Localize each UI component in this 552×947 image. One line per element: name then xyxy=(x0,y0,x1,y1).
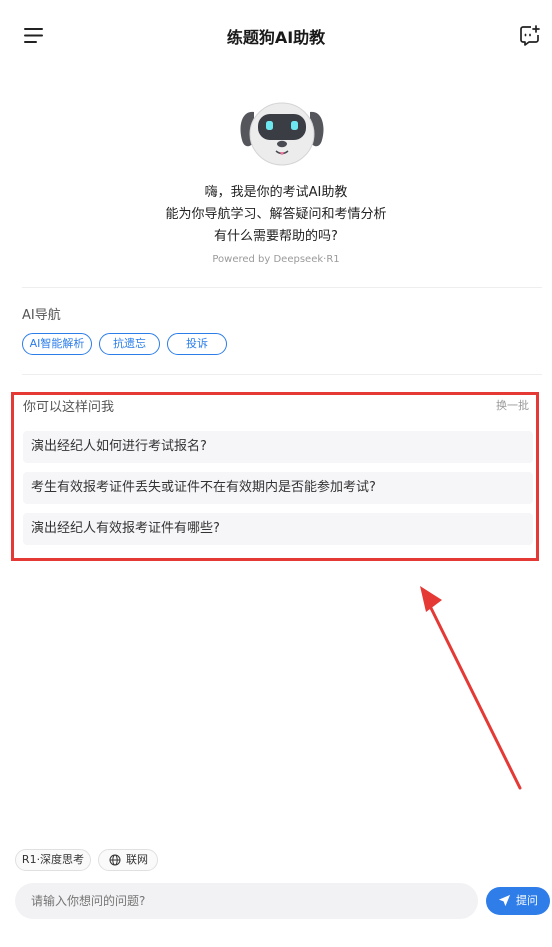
greeting-line-3: 有什么需要帮助的吗? xyxy=(214,229,338,244)
greeting-line-2: 能为你导航学习、解答疑问和考情分析 xyxy=(165,207,387,222)
deep-think-label: R1·深度思考 xyxy=(21,853,85,866)
app-title: 练题狗AI助教 xyxy=(226,28,326,47)
deep-think-toggle[interactable]: R1·深度思考 xyxy=(15,849,91,871)
ai-nav-title: AI导航 xyxy=(22,308,61,323)
refresh-suggestions-button[interactable]: 换一批 xyxy=(496,397,529,413)
chip-anti-forget[interactable]: 抗遗忘 xyxy=(99,333,160,355)
greeting-line-1: 嗨，我是你的考试AI助教 xyxy=(204,185,348,200)
header-bar: 练题狗AI助教 xyxy=(0,0,552,70)
divider xyxy=(22,374,542,375)
robot-dog-mascot xyxy=(236,96,328,168)
greeting-text: 嗨，我是你的考试AI助教 能为你导航学习、解答疑问和考情分析 有什么需要帮助的吗… xyxy=(0,182,552,248)
question-input[interactable] xyxy=(15,883,478,919)
ask-button-label: 提问 xyxy=(516,894,538,907)
annotation-arrow xyxy=(420,586,522,790)
suggestions-title: 你可以这样问我 xyxy=(23,400,115,415)
chip-ai-analysis[interactable]: AI智能解析 xyxy=(22,333,92,355)
powered-by-text: Powered by Deepseek·R1 xyxy=(212,254,340,265)
suggested-question[interactable]: 考生有效报考证件丢失或证件不在有效期内是否能参加考试? xyxy=(23,472,533,504)
web-search-label: 联网 xyxy=(126,853,148,866)
divider xyxy=(22,287,542,288)
new-chat-icon[interactable] xyxy=(518,24,542,48)
suggested-question[interactable]: 演出经纪人有效报考证件有哪些? xyxy=(23,513,533,545)
suggested-question[interactable]: 演出经纪人如何进行考试报名? xyxy=(23,431,533,463)
ask-button[interactable]: 提问 xyxy=(486,887,550,915)
globe-icon xyxy=(109,854,121,866)
web-search-toggle[interactable]: 联网 xyxy=(98,849,158,871)
send-icon xyxy=(498,894,511,907)
chip-complaint[interactable]: 投诉 xyxy=(167,333,227,355)
